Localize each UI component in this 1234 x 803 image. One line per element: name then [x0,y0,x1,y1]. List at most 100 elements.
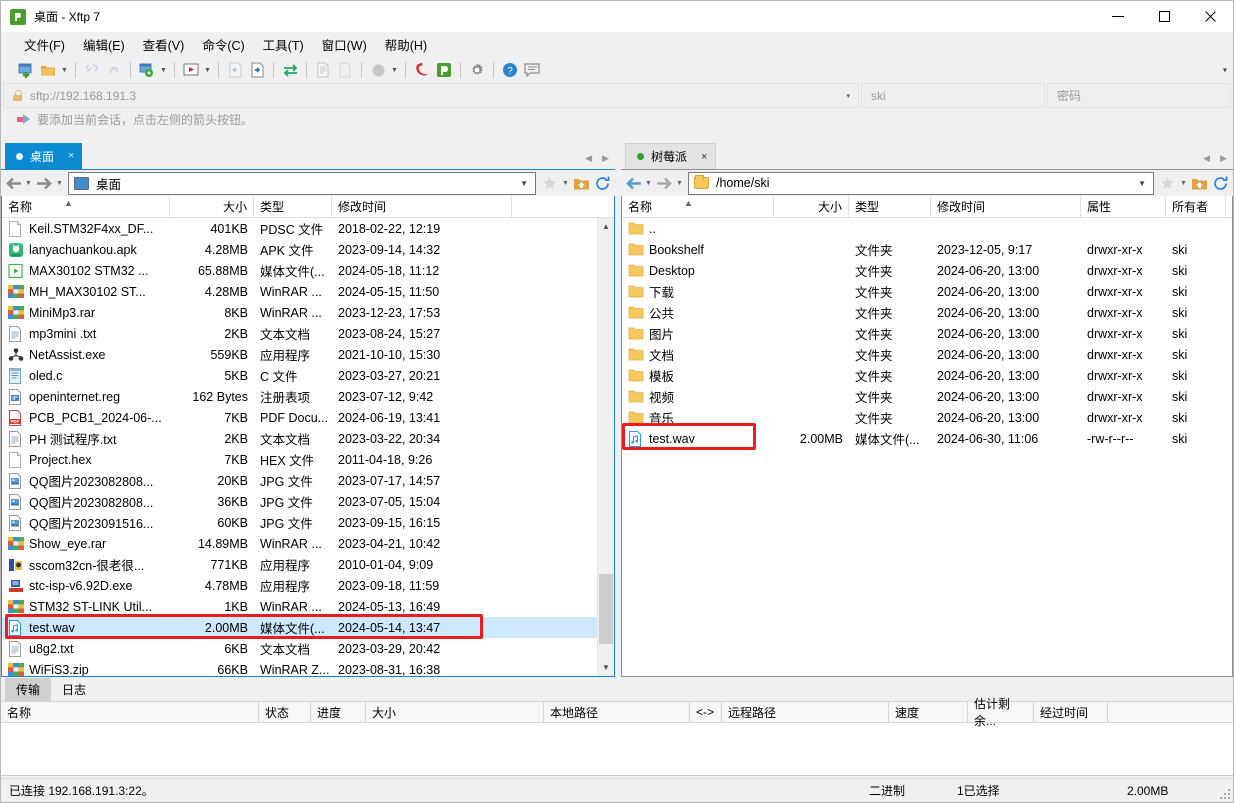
transfer-column-估计剩余...[interactable]: 估计剩余... [968,697,1034,728]
local-list-body[interactable]: Keil.STM32F4xx_DF... 401KB PDSC 文件 2018-02-… [2,218,614,676]
local-favorites-dropdown-icon[interactable]: ▼ [560,172,571,194]
scroll-down-icon[interactable]: ▼ [598,659,614,676]
tab-local-desktop[interactable]: 桌面 × [5,143,83,169]
file-row[interactable]: sscom32cn-很老很... 771KB 应用程序 2010-01-04, 9:0… [2,554,614,575]
file-row[interactable]: NetAssist.exe 559KB 应用程序 2021-10-10, 15:30 [2,344,614,365]
file-row[interactable]: QQ图片2023082808... 20KB JPG 文件 2023-07-17, 1… [2,470,614,491]
column-header-大小[interactable]: 大小 [170,196,254,217]
column-header-名称[interactable]: 名称 ▲ [622,196,774,217]
forward-button[interactable] [654,172,674,194]
remote-favorites-icon[interactable] [1157,172,1178,194]
file-row[interactable]: QQ图片2023082808... 36KB JPG 文件 2023-07-05, 1… [2,491,614,512]
menu-view[interactable]: 查看(V) [134,32,194,57]
tab-scroll-right-icon[interactable]: ▶ [1220,153,1227,164]
circle-dropdown-icon[interactable]: ▼ [389,59,400,81]
password-input[interactable]: 密码 [1047,83,1231,108]
column-header-类型[interactable]: 类型 [849,196,931,217]
transfer-column-经过时间[interactable]: 经过时间 [1034,702,1108,722]
tab-transfer[interactable]: 传输 [5,678,52,701]
file-row[interactable]: Keil.STM32F4xx_DF... 401KB PDSC 文件 2018-02-… [2,218,614,239]
transfer-column-状态[interactable]: 状态 [259,702,311,722]
file-row[interactable]: Show_eye.rar 14.89MB WinRAR ... 2023-04-21,… [2,533,614,554]
feedback-icon[interactable] [521,59,543,81]
file-row[interactable]: Bookshelf 文件夹 2023-12-05, 9:17 drwxr-xr-x sk… [622,239,1232,260]
toolbar-overflow-icon[interactable]: ▾ [1223,66,1227,75]
file-row[interactable]: MAX30102 STM32 ... 65.88MB 媒体文件(... 2024-05… [2,260,614,281]
menu-edit[interactable]: 编辑(E) [74,32,134,57]
local-refresh-icon[interactable] [592,172,613,194]
close-button[interactable] [1187,1,1233,32]
tab-close-icon[interactable]: × [701,151,707,163]
run-icon[interactable] [180,59,202,81]
session-settings-icon[interactable] [136,59,158,81]
file-row[interactable]: PDF PCB_PCB1_2024-06-... 7KB PDF Docu... 202… [2,407,614,428]
file-row[interactable]: MiniMp3.rar 8KB WinRAR ... 2023-12-23, 17:5… [2,302,614,323]
new-session-icon[interactable] [15,59,37,81]
local-home-icon[interactable] [571,172,592,194]
username-input[interactable]: ski [861,83,1045,108]
file-row[interactable]: MH_MAX30102 ST... 4.28MB WinRAR ... 2024-05… [2,281,614,302]
help-icon[interactable]: ? [499,59,521,81]
path-dropdown-icon[interactable]: ▼ [520,179,528,188]
maximize-button[interactable] [1141,1,1187,32]
transfer-column-远程路径[interactable]: 远程路径 [722,702,889,722]
file-row[interactable]: 图片 文件夹 2024-06-20, 13:00 drwxr-xr-x ski [622,323,1232,344]
remote-home-icon[interactable] [1189,172,1210,194]
session-settings-dropdown-icon[interactable]: ▼ [158,59,169,81]
scroll-up-icon[interactable]: ▲ [598,218,614,235]
forward-dropdown-icon[interactable]: ▼ [54,172,65,194]
back-dropdown-icon[interactable]: ▼ [643,172,654,194]
local-vertical-scrollbar[interactable]: ▲ ▼ [597,218,614,676]
file-row[interactable]: .. [622,218,1232,239]
path-dropdown-icon[interactable]: ▼ [1138,179,1146,188]
file-row[interactable]: PH 测试程序.txt 2KB 文本文档 2023-03-22, 20:34 [2,428,614,449]
tab-close-icon[interactable]: × [68,150,74,162]
transfer-column-进度[interactable]: 进度 [311,702,366,722]
file-row[interactable]: test.wav 2.00MB 媒体文件(... 2024-06-30, 11:06 -… [622,428,1232,449]
column-header-大小[interactable]: 大小 [774,196,849,217]
resize-grip-icon[interactable] [1219,788,1230,799]
back-button[interactable] [3,172,23,194]
menu-file[interactable]: 文件(F) [15,32,74,57]
file-row[interactable]: openinternet.reg 162 Bytes 注册表项 2023-07-12,… [2,386,614,407]
scroll-thumb[interactable] [599,574,613,644]
column-header-属性[interactable]: 属性 [1081,196,1166,217]
tab-remote-raspberrypi[interactable]: 树莓派 × [625,143,717,169]
remote-path-input[interactable]: /home/ski ▼ [688,171,1154,195]
menu-window[interactable]: 窗口(W) [313,32,376,57]
tab-log[interactable]: 日志 [51,678,97,701]
column-header-修改时间[interactable]: 修改时间 [332,196,512,217]
local-file-list[interactable]: 名称 ▲ 大小 类型 修改时间 Keil.STM32F4xx_DF... 401KB PDS… [1,196,615,677]
remote-list-body[interactable]: .. Bookshelf 文件夹 2023-12-05, 9:17 drwxr-xr-x… [622,218,1232,676]
file-row[interactable]: Desktop 文件夹 2024-06-20, 13:00 drwxr-xr-x ski [622,260,1232,281]
file-row[interactable]: 公共 文件夹 2024-06-20, 13:00 drwxr-xr-x ski [622,302,1232,323]
transfer-column-本地路径[interactable]: 本地路径 [544,702,690,722]
tab-scroll-left-icon[interactable]: ◀ [1203,153,1210,164]
file-row[interactable]: QQ图片2023091516... 60KB JPG 文件 2023-09-15, 1… [2,512,614,533]
tab-scroll-right-icon[interactable]: ▶ [602,153,609,164]
file-row[interactable]: 文档 文件夹 2024-06-20, 13:00 drwxr-xr-x ski [622,344,1232,365]
local-favorites-icon[interactable] [539,172,560,194]
local-path-input[interactable]: 桌面 ▼ [68,171,536,195]
options-gear-icon[interactable] [466,59,488,81]
transfer-column-大小[interactable]: 大小 [366,702,544,722]
transfer-column-速度[interactable]: 速度 [889,702,968,722]
file-row[interactable]: u8g2.txt 6KB 文本文档 2023-03-29, 20:42 [2,638,614,659]
remote-refresh-icon[interactable] [1210,172,1231,194]
column-header-修改时间[interactable]: 修改时间 [931,196,1081,217]
file-row[interactable]: oled.c 5KB C 文件 2023-03-27, 20:21 [2,365,614,386]
url-input[interactable]: sftp://192.168.191.3 ▾ [3,83,859,108]
back-dropdown-icon[interactable]: ▼ [23,172,34,194]
file-row[interactable]: mp3mini .txt 2KB 文本文档 2023-08-24, 15:27 [2,323,614,344]
url-dropdown-icon[interactable]: ▾ [846,92,850,100]
run-dropdown-icon[interactable]: ▼ [202,59,213,81]
file-row[interactable]: 视频 文件夹 2024-06-20, 13:00 drwxr-xr-x ski [622,386,1232,407]
sync-icon[interactable] [279,59,301,81]
file-row[interactable]: Project.hex 7KB HEX 文件 2011-04-18, 9:26 [2,449,614,470]
file-row[interactable]: stc-isp-v6.92D.exe 4.78MB 应用程序 2023-09-18, … [2,575,614,596]
remote-file-list[interactable]: 名称 ▲ 大小 类型 修改时间 属性 所有者 .. Bookshelf 文件夹 2023-12-0… [621,196,1233,677]
file-row[interactable]: lanyachuankou.apk 4.28MB APK 文件 2023-09-14,… [2,239,614,260]
transfer-column-<->[interactable]: <-> [690,702,722,722]
back-button[interactable] [623,172,643,194]
open-folder-dropdown-icon[interactable]: ▼ [59,59,70,81]
